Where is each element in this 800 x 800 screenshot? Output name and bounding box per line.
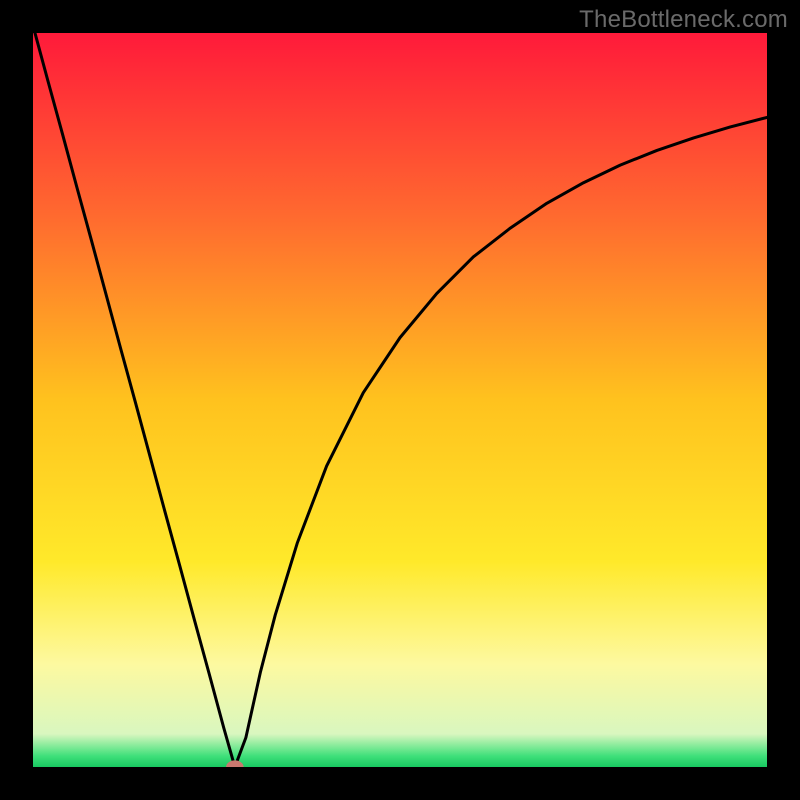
plot-area: [33, 33, 767, 767]
chart-frame: TheBottleneck.com: [0, 0, 800, 800]
watermark-label: TheBottleneck.com: [579, 6, 788, 34]
minimum-marker: [33, 33, 767, 767]
